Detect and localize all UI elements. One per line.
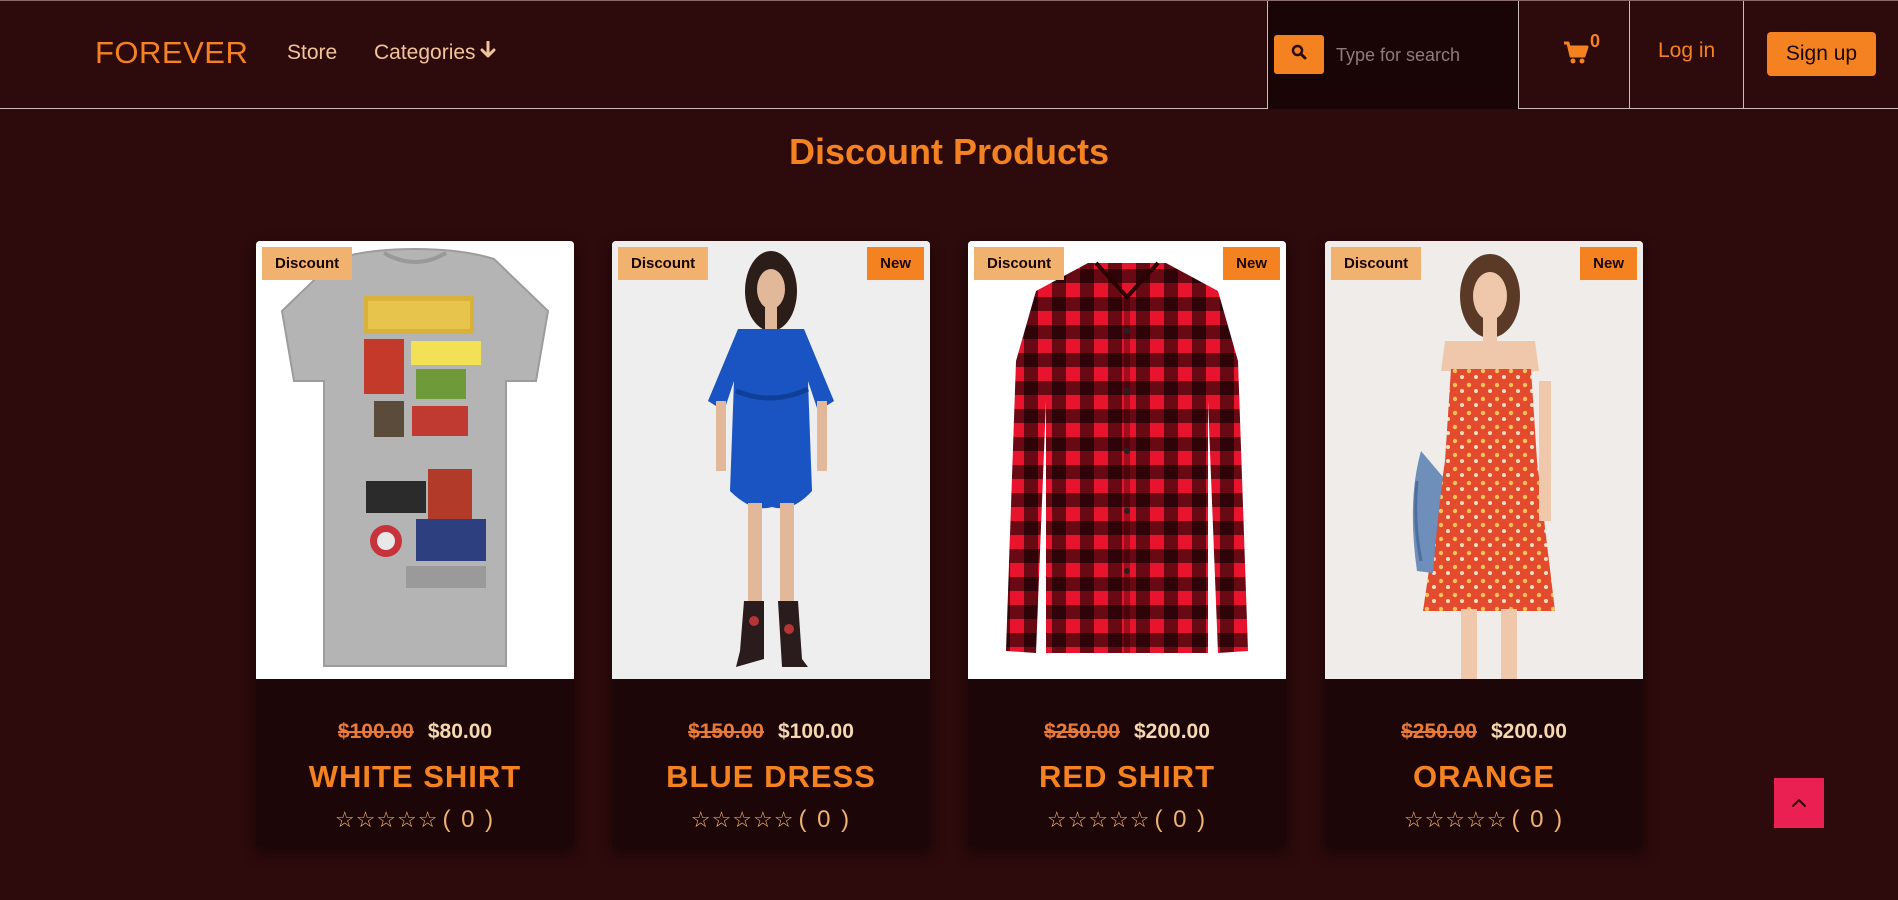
product-card[interactable]: Discount New $250.00 $200.00 RED SHIRT ☆☆… xyxy=(968,241,1286,847)
product-name[interactable]: ORANGE xyxy=(1325,759,1643,795)
product-card[interactable]: Discount New $250.00 $200.00 ORANGE ☆☆☆☆☆… xyxy=(1325,241,1643,847)
scroll-to-top-button[interactable] xyxy=(1774,778,1824,828)
nav-categories-label: Categories xyxy=(374,41,476,64)
rating-count: ( 0 ) xyxy=(1154,806,1208,833)
discount-badge: Discount xyxy=(262,247,353,280)
cart-button[interactable]: 0 xyxy=(1519,1,1630,109)
product-rating: ☆☆☆☆☆( 0 ) xyxy=(612,806,930,834)
discount-badge: Discount xyxy=(1331,247,1422,280)
product-image[interactable]: Discount New xyxy=(968,241,1286,679)
navbar: FOREVER Store Categories 0 Log in Sign u… xyxy=(0,0,1898,109)
login-container: Log in xyxy=(1630,1,1744,109)
rating-count: ( 0 ) xyxy=(798,806,852,833)
star-rating-icons: ☆☆☆☆☆ xyxy=(1046,807,1151,832)
search-button[interactable] xyxy=(1274,35,1324,74)
product-prices: $150.00 $100.00 xyxy=(612,720,930,744)
old-price: $250.00 xyxy=(1044,720,1120,743)
discount-badge: Discount xyxy=(974,247,1065,280)
cart-icon xyxy=(1563,41,1589,70)
product-card[interactable]: Discount New $150.00 $100.00 BLUE DRESS ☆… xyxy=(612,241,930,847)
nav-categories-dropdown[interactable]: Categories xyxy=(374,40,496,65)
old-price: $100.00 xyxy=(337,720,414,743)
cart-count-badge: 0 xyxy=(1590,31,1601,51)
product-rating: ☆☆☆☆☆( 0 ) xyxy=(256,806,574,834)
chevron-up-icon xyxy=(1791,796,1807,811)
search-input[interactable] xyxy=(1334,37,1504,73)
new-badge: New xyxy=(1223,247,1280,280)
old-price: $150.00 xyxy=(688,720,764,743)
section-title: Discount Products xyxy=(788,131,1110,172)
product-prices: $100.00 $80.00 xyxy=(256,720,574,744)
current-price: $200.00 xyxy=(1134,720,1210,743)
search-icon xyxy=(1291,44,1307,65)
product-image[interactable]: Discount xyxy=(256,241,574,679)
rating-count: ( 0 ) xyxy=(442,806,496,833)
product-image[interactable]: Discount New xyxy=(612,241,930,679)
star-rating-icons: ☆☆☆☆☆ xyxy=(690,807,795,832)
star-rating-icons: ☆☆☆☆☆ xyxy=(334,807,439,832)
product-name[interactable]: BLUE DRESS xyxy=(612,759,930,795)
discount-badge: Discount xyxy=(618,247,709,280)
product-name[interactable]: WHITE SHIRT xyxy=(256,759,574,795)
search-container xyxy=(1267,1,1519,109)
product-prices: $250.00 $200.00 xyxy=(1325,720,1643,744)
product-image[interactable]: Discount New xyxy=(1325,241,1643,679)
star-rating-icons: ☆☆☆☆☆ xyxy=(1403,807,1508,832)
product-rating: ☆☆☆☆☆( 0 ) xyxy=(968,806,1286,834)
arrow-down-icon xyxy=(480,40,496,65)
current-price: $80.00 xyxy=(427,720,493,743)
product-rating: ☆☆☆☆☆( 0 ) xyxy=(1325,806,1643,834)
product-prices: $250.00 $200.00 xyxy=(968,720,1286,744)
product-name[interactable]: RED SHIRT xyxy=(968,759,1286,795)
login-link[interactable]: Log in xyxy=(1658,39,1715,63)
old-price: $250.00 xyxy=(1401,720,1477,743)
current-price: $100.00 xyxy=(778,720,854,743)
new-badge: New xyxy=(867,247,924,280)
current-price: $200.00 xyxy=(1491,720,1567,743)
signup-button[interactable]: Sign up xyxy=(1767,32,1876,76)
product-card[interactable]: Discount $100.00 $80.00 WHITE SHIRT ☆☆☆☆☆… xyxy=(256,241,574,847)
rating-count: ( 0 ) xyxy=(1511,806,1565,833)
brand-logo[interactable]: FOREVER xyxy=(95,35,248,71)
new-badge: New xyxy=(1580,247,1637,280)
nav-store-link[interactable]: Store xyxy=(287,41,337,65)
